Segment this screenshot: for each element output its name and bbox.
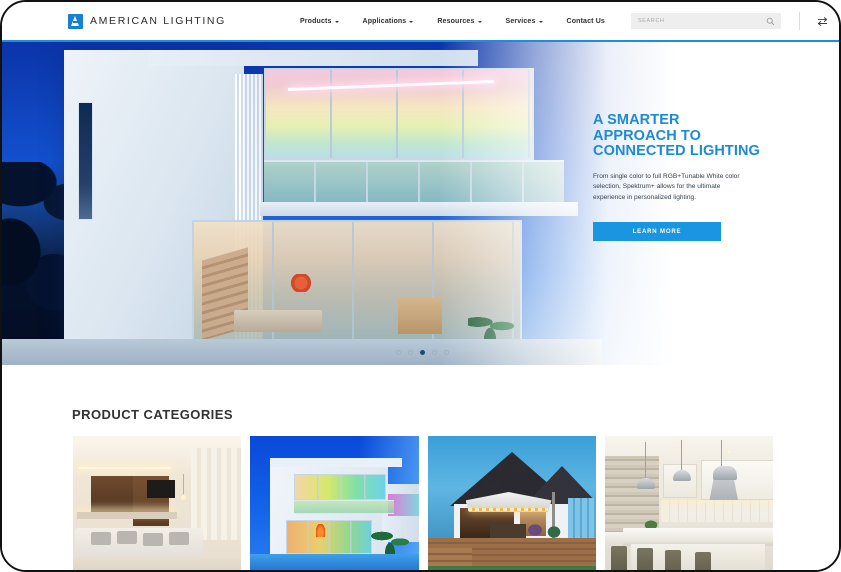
hero-subtitle: From single color to full RGB+Tunable Wh… [593,172,740,201]
chevron-down-icon [477,20,482,23]
nav-label: Applications [362,17,407,25]
brand-logo[interactable]: AMERICAN LIGHTING [68,13,226,29]
category-card-interior[interactable] [73,436,242,570]
carousel-dot-5[interactable] [444,350,449,355]
category-image-interior [73,436,242,570]
hero-title: A SMARTER APPROACH TO CONNECTED LIGHTING [593,112,793,160]
nav-label: Resources [437,17,475,25]
search-icon[interactable] [766,17,775,26]
learn-more-button[interactable]: LEARN MORE [593,222,721,241]
category-card-outdoor[interactable] [427,436,596,570]
chevron-down-icon [409,20,414,23]
nav-label: Services [505,17,536,25]
search-input[interactable] [630,13,781,29]
hero-title-line-2: APPROACH TO [593,127,701,144]
section-title: PRODUCT CATEGORIES [72,407,233,422]
hero-title-line-1: A SMARTER [593,112,680,128]
hero-title-line-3: CONNECTED LIGHTING [593,143,760,159]
carousel-dot-4[interactable] [432,350,437,355]
main-navigation: Products Applications Resources Services… [288,18,617,25]
carousel-dot-3[interactable] [420,350,425,355]
category-image-kitchen [604,436,773,570]
search-box[interactable] [630,13,781,29]
carousel-dot-2[interactable] [408,350,413,355]
chevron-down-icon [538,20,543,23]
carousel-dots [2,350,839,355]
category-card-rgb-exterior[interactable] [250,436,419,570]
nav-item-contact-us[interactable]: Contact Us [555,18,617,25]
category-grid [73,436,773,570]
compare-icon[interactable] [816,15,829,28]
hero-copy-block: A SMARTER APPROACH TO CONNECTED LIGHTING… [593,112,793,241]
nav-item-applications[interactable]: Applications [351,18,426,25]
nav-item-services[interactable]: Services [494,18,555,25]
chevron-down-icon [334,20,339,23]
browser-window-frame: AMERICAN LIGHTING Products Applications … [0,0,841,572]
category-card-kitchen[interactable] [604,436,773,570]
header-utility-icons [798,12,839,30]
nav-item-resources[interactable]: Resources [425,18,493,25]
nav-label: Contact Us [566,17,605,25]
carousel-dot-1[interactable] [396,350,401,355]
category-image-patio [427,436,596,570]
hero-carousel: A SMARTER APPROACH TO CONNECTED LIGHTING… [2,42,839,365]
page-viewport: AMERICAN LIGHTING Products Applications … [2,2,839,570]
nav-label: Products [299,17,332,25]
brand-name: AMERICAN LIGHTING [90,15,226,27]
nav-item-products[interactable]: Products [288,18,351,25]
triangle-a-logo-icon [68,13,83,29]
site-header: AMERICAN LIGHTING Products Applications … [2,2,839,42]
category-image-rgb-house [250,436,419,570]
product-categories-section: PRODUCT CATEGORIES [2,365,839,570]
